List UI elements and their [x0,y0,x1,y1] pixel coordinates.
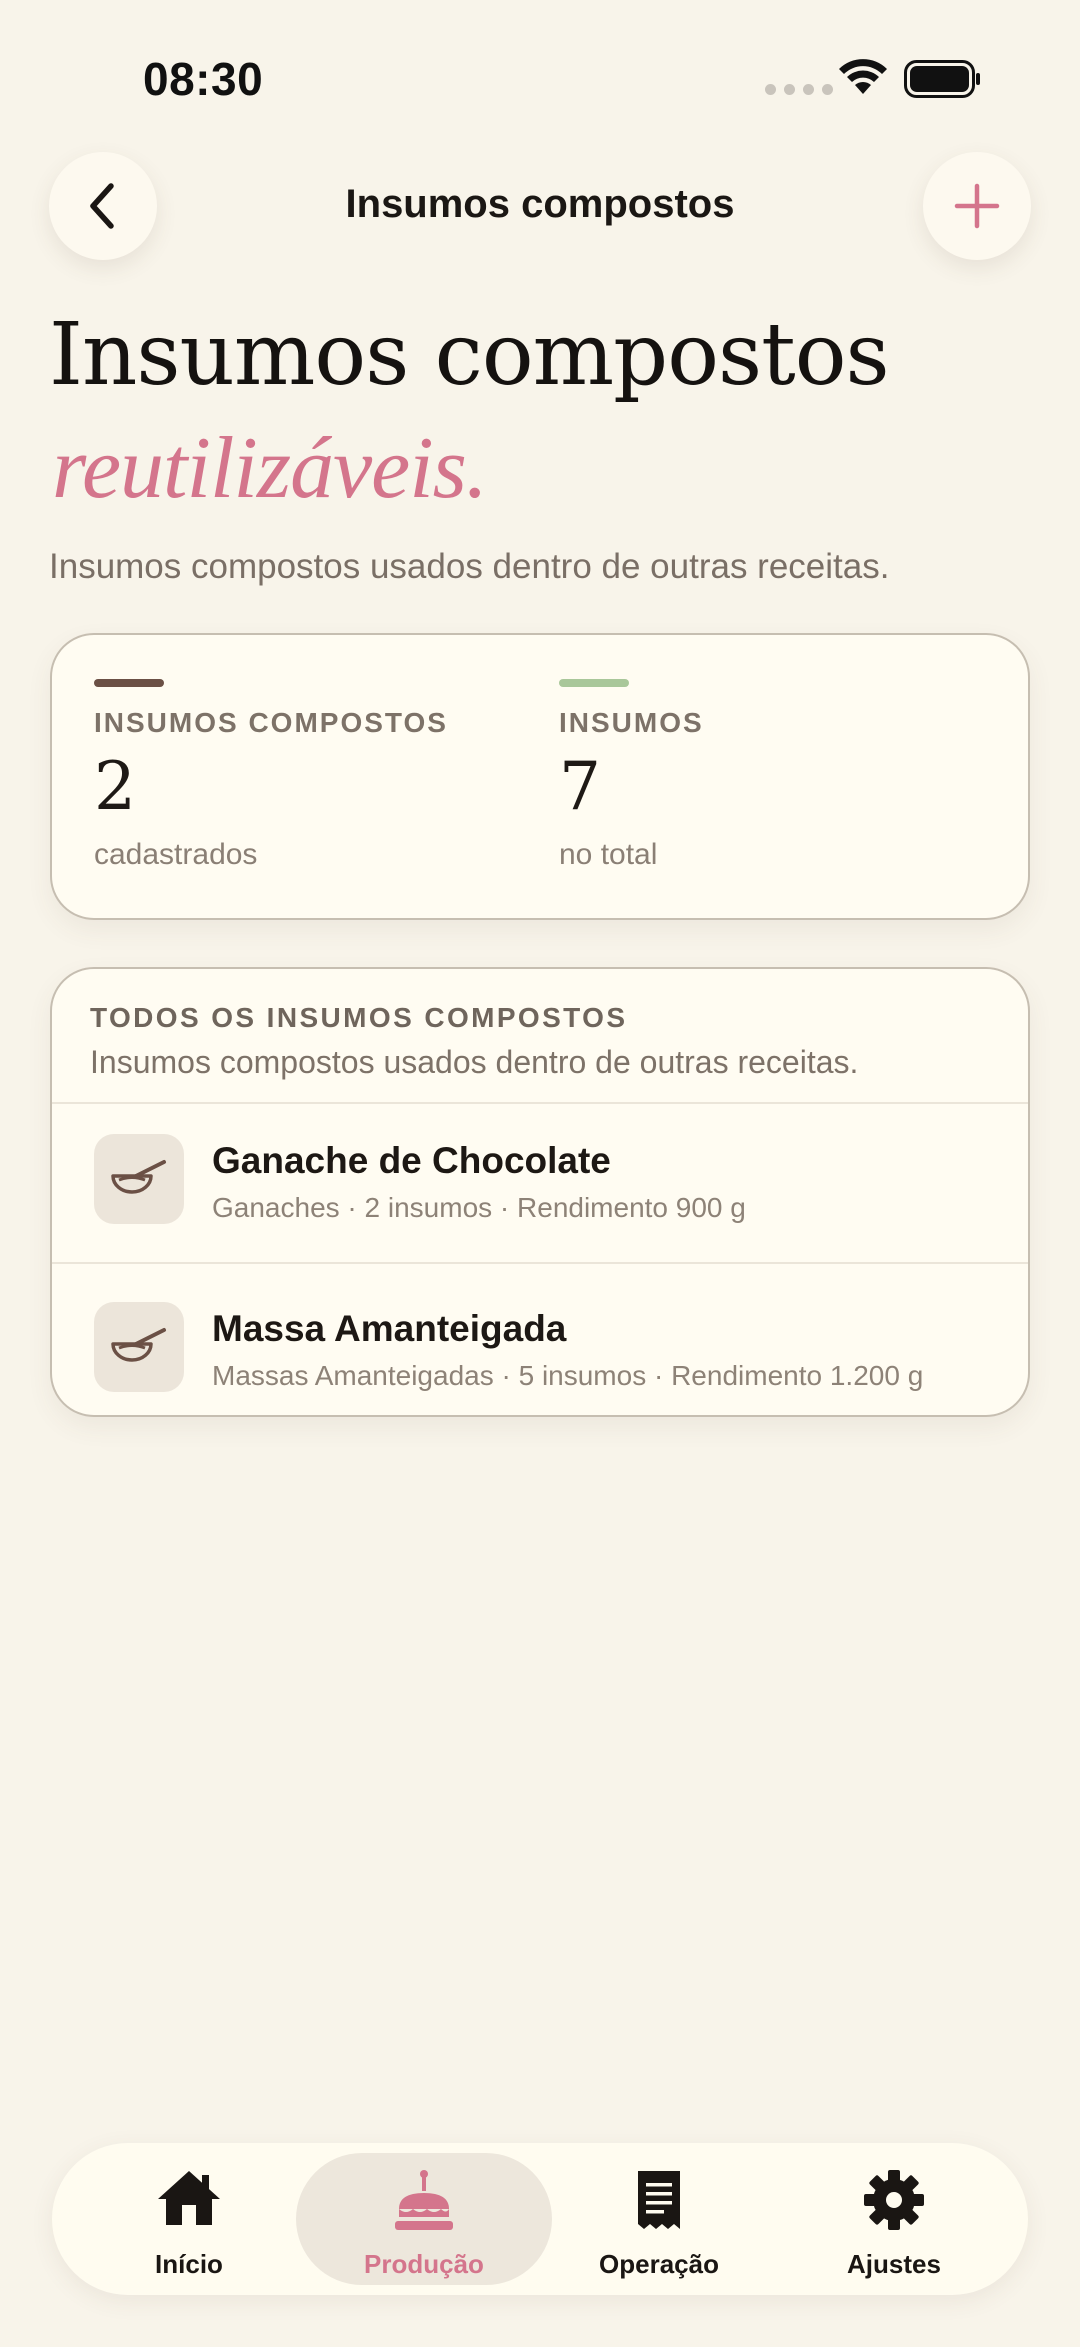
composite-inputs-list: TODOS OS INSUMOS COMPOSTOS Insumos compo… [50,967,1030,1417]
status-bar: 08:30 [0,0,1080,150]
stat-note: no total [559,837,658,871]
list-title: TODOS OS INSUMOS COMPOSTOS [90,1002,628,1033]
gear-icon [864,2170,924,2230]
home-icon [158,2171,220,2225]
stat-accent-bar [559,679,629,687]
page-subtitle: Insumos compostos usados dentro de outra… [49,547,890,586]
cellular-signal-icon [765,84,833,95]
wifi-icon [839,59,887,94]
tab-ajustes[interactable]: Ajustes [784,2143,1004,2295]
receipt-icon [638,2171,680,2229]
nav-title: Insumos compostos [345,182,735,226]
add-button[interactable] [923,152,1031,260]
plus-icon [954,183,1000,229]
tab-inicio[interactable]: Início [79,2143,299,2295]
stat-note: cadastrados [94,837,258,871]
tab-label: Início [155,2249,223,2279]
list-item[interactable]: Ganache de Chocolate Ganaches · 2 insumo… [52,1104,1028,1262]
stats-card: INSUMOS COMPOSTOS 2 cadastrados INSUMOS … [50,633,1030,920]
stat-value: 2 [94,748,136,825]
cake-icon [395,2170,453,2230]
item-name: Ganache de Chocolate [212,1140,611,1181]
item-name: Massa Amanteigada [212,1308,567,1349]
battery-icon [904,60,980,98]
item-meta: Massas Amanteigadas · 5 insumos · Rendim… [212,1360,924,1391]
list-header: TODOS OS INSUMOS COMPOSTOS Insumos compo… [90,1002,858,1081]
stat-accent-bar [94,679,164,687]
tab-label: Ajustes [847,2249,941,2279]
mixing-bowl-icon [94,1134,184,1224]
status-time: 08:30 [143,53,264,105]
tab-bar: Início Produção Operação Ajustes [52,2143,1028,2295]
tab-label: Produção [364,2249,484,2279]
list-subtitle: Insumos compostos usados dentro de outra… [90,1044,859,1080]
page-title: Insumos compostos [49,305,890,405]
tab-producao[interactable]: Produção [314,2143,534,2295]
stat-value: 7 [559,748,601,825]
stat-inputs: INSUMOS 7 no total [559,679,704,872]
tab-label: Operação [599,2249,719,2279]
stat-composite-inputs: INSUMOS COMPOSTOS 2 cadastrados [94,679,448,872]
item-meta: Ganaches · 2 insumos · Rendimento 900 g [212,1192,746,1223]
page-title-accent: reutilizáveis. [52,420,488,517]
stat-label: INSUMOS COMPOSTOS [94,707,448,738]
list-item[interactable]: Massa Amanteigada Massas Amanteigadas · … [52,1272,1028,1415]
mixing-bowl-icon [94,1302,184,1392]
divider [52,1262,1028,1264]
stat-label: INSUMOS [559,707,704,738]
tab-operacao[interactable]: Operação [549,2143,769,2295]
